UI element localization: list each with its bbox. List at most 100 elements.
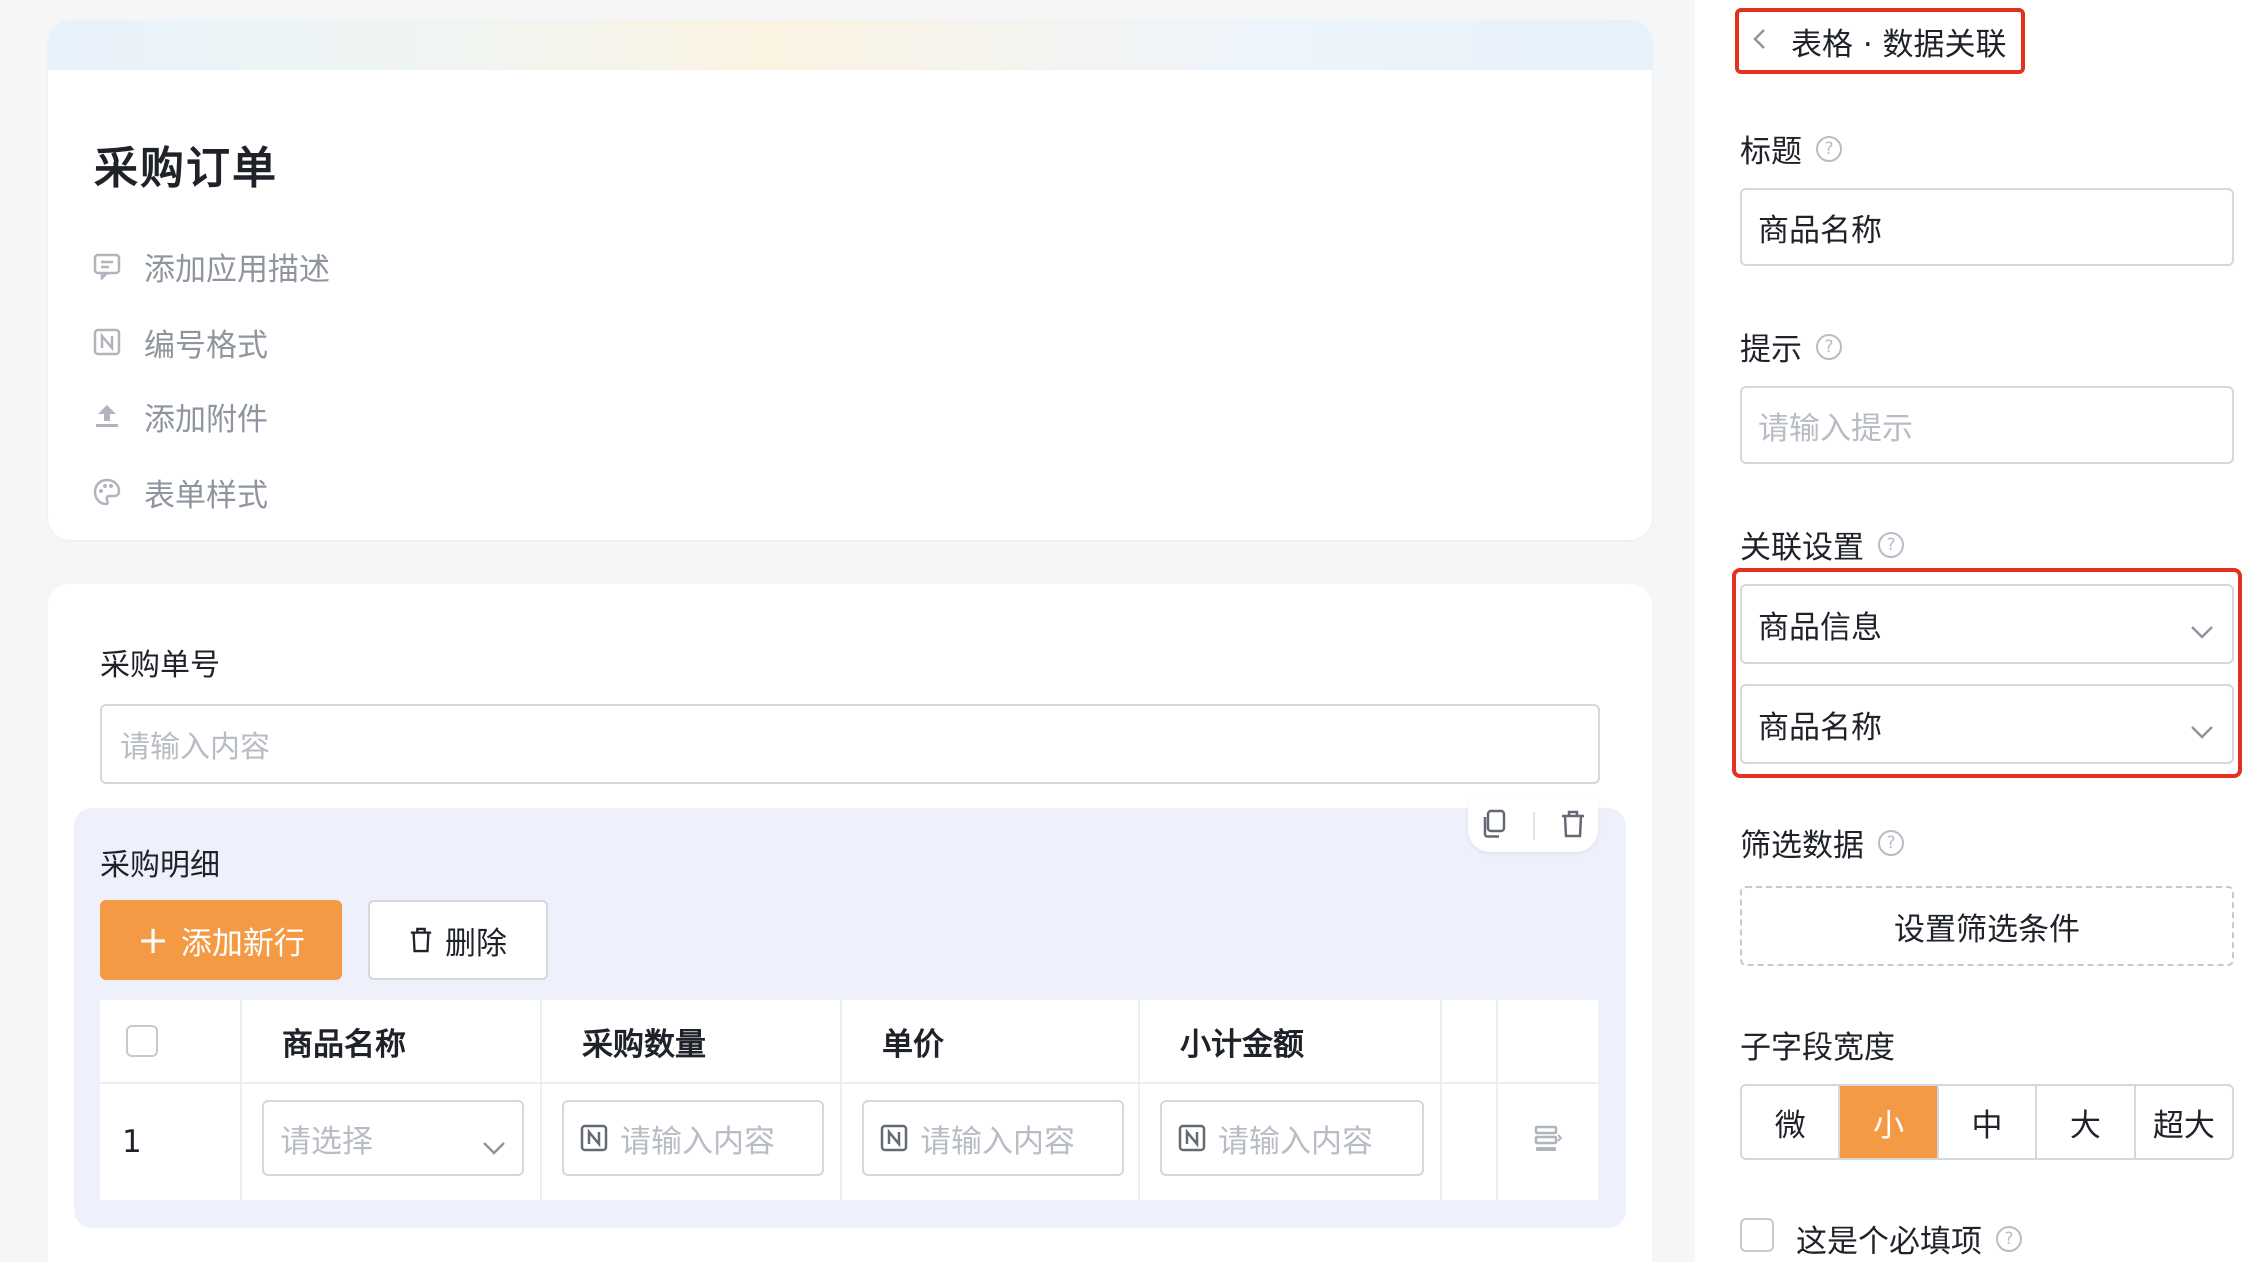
relation-source-value: 商品信息 [1758,609,1882,646]
number-format-label: 编号格式 [144,327,268,364]
set-filter-button[interactable]: 设置筛选条件 [1740,886,2234,966]
number-format-icon [580,1124,608,1152]
trash-icon [409,926,433,954]
qty-placeholder: 请输入内容 [620,1123,775,1160]
help-icon[interactable]: ? [1878,829,1904,856]
width-setting-text: 子字段宽度 [1740,1030,1895,1066]
row-spacer [1442,1084,1498,1200]
relation-field-select[interactable]: 商品名称 [1740,684,2234,764]
form-canvas: 采购订单 添加应用描述 编号格式 添加附件 表单样式 采购单号 请输入内容 采购… [0,0,1695,1262]
relation-source-select[interactable]: 商品信息 [1740,584,2234,664]
row-actions-cell [1498,1084,1598,1200]
subtable-toolbar [1468,800,1598,852]
select-all-cell [100,1000,242,1082]
hint-setting-input[interactable]: 请输入提示 [1740,386,2234,464]
help-icon[interactable]: ? [1816,135,1842,162]
header-banner [48,20,1652,70]
qty-cell: 请输入内容 [542,1084,842,1200]
add-attachment-item[interactable]: 添加附件 [92,394,268,438]
filter-setting-label: 筛选数据 ? [1740,820,1904,865]
width-option-small[interactable]: 小 [1840,1086,1939,1158]
row-index: 1 [100,1084,242,1200]
panel-back-button[interactable]: 表格 · 数据关联 [1735,8,2025,74]
form-style-label: 表单样式 [144,477,268,514]
select-all-checkbox[interactable] [126,1025,158,1057]
title-setting-input[interactable]: 商品名称 [1740,188,2234,266]
row-detail-icon[interactable] [1533,1123,1563,1161]
price-placeholder: 请输入内容 [920,1123,1075,1160]
width-option-xlarge[interactable]: 超大 [2136,1086,2232,1158]
order-no-input[interactable]: 请输入内容 [100,704,1600,784]
required-text: 这是个必填项 [1796,1224,1982,1260]
number-format-icon [92,327,122,357]
plus-icon: + [137,918,169,962]
form-style-item[interactable]: 表单样式 [92,470,268,514]
table-row: 1 请选择 请输入内容 请输入内容 请输入内容 [100,1084,1598,1200]
chevron-down-icon [2190,712,2214,748]
order-no-label: 采购单号 [100,648,220,683]
title-setting-text: 标题 [1740,134,1802,170]
delete-rows-button[interactable]: 删除 [368,900,548,980]
column-header-actions [1498,1000,1598,1082]
filter-setting-text: 筛选数据 [1740,828,1864,864]
price-input[interactable]: 请输入内容 [862,1100,1124,1176]
order-no-placeholder: 请输入内容 [120,730,270,765]
required-checkbox[interactable] [1740,1218,1774,1252]
grid-header: 商品名称 采购数量 单价 小计金额 [100,1000,1598,1084]
add-row-label: 添加新行 [180,925,305,962]
form-title[interactable]: 采购订单 [94,132,278,196]
delete-rows-label: 删除 [445,925,507,962]
column-header-spacer [1442,1000,1498,1082]
detail-grid: 商品名称 采购数量 单价 小计金额 1 请选择 请输入内容 请输入内容 请输入内… [100,1000,1598,1200]
toolbar-divider [1532,812,1535,840]
chevron-down-icon [2190,612,2214,648]
subtotal-placeholder: 请输入内容 [1218,1123,1373,1160]
detail-label: 采购明细 [100,848,220,883]
set-filter-label: 设置筛选条件 [1894,911,2080,948]
column-header: 单价 [842,1000,1140,1082]
comment-icon [92,251,122,281]
product-select[interactable]: 请选择 [262,1100,524,1176]
chevron-down-icon [482,1128,506,1164]
column-header: 商品名称 [242,1000,542,1082]
palette-icon [92,477,122,507]
required-label: 这是个必填项 ? [1796,1216,2022,1261]
panel-breadcrumb: 表格 · 数据关联 [1791,26,2007,63]
width-setting-label: 子字段宽度 [1740,1022,1895,1067]
width-option-medium[interactable]: 中 [1939,1086,2038,1158]
copy-icon[interactable] [1480,809,1508,843]
add-description-label: 添加应用描述 [144,251,330,288]
chevron-left-icon [1751,25,1767,58]
width-option-tiny[interactable]: 微 [1742,1086,1841,1158]
relation-setting-label: 关联设置 ? [1740,522,1904,567]
number-format-icon [1178,1124,1206,1152]
relation-setting-text: 关联设置 [1740,530,1864,566]
hint-setting-placeholder: 请输入提示 [1758,410,1913,447]
form-header-card: 采购订单 添加应用描述 编号格式 添加附件 表单样式 [48,20,1652,540]
help-icon[interactable]: ? [1816,333,1842,360]
help-icon[interactable]: ? [1996,1225,2022,1252]
upload-icon [92,401,122,431]
price-cell: 请输入内容 [842,1084,1140,1200]
add-description-item[interactable]: 添加应用描述 [92,244,330,288]
subtotal-input[interactable]: 请输入内容 [1160,1100,1424,1176]
trash-icon[interactable] [1560,809,1586,843]
width-option-large[interactable]: 大 [2037,1086,2136,1158]
width-segmented-control: 微 小 中 大 超大 [1740,1084,2234,1160]
subtotal-cell: 请输入内容 [1140,1084,1442,1200]
hint-setting-label: 提示 ? [1740,324,1842,369]
relation-field-value: 商品名称 [1758,709,1882,746]
qty-input[interactable]: 请输入内容 [562,1100,824,1176]
title-setting-value: 商品名称 [1758,212,1882,249]
add-row-button[interactable]: + 添加新行 [100,900,342,980]
column-header: 采购数量 [542,1000,842,1082]
product-cell: 请选择 [242,1084,542,1200]
number-format-item[interactable]: 编号格式 [92,320,268,364]
column-header: 小计金额 [1140,1000,1442,1082]
number-format-icon [880,1124,908,1152]
title-setting-label: 标题 ? [1740,126,1842,171]
hint-setting-text: 提示 [1740,332,1802,368]
add-attachment-label: 添加附件 [144,401,268,438]
help-icon[interactable]: ? [1878,531,1904,558]
product-placeholder: 请选择 [280,1123,373,1160]
